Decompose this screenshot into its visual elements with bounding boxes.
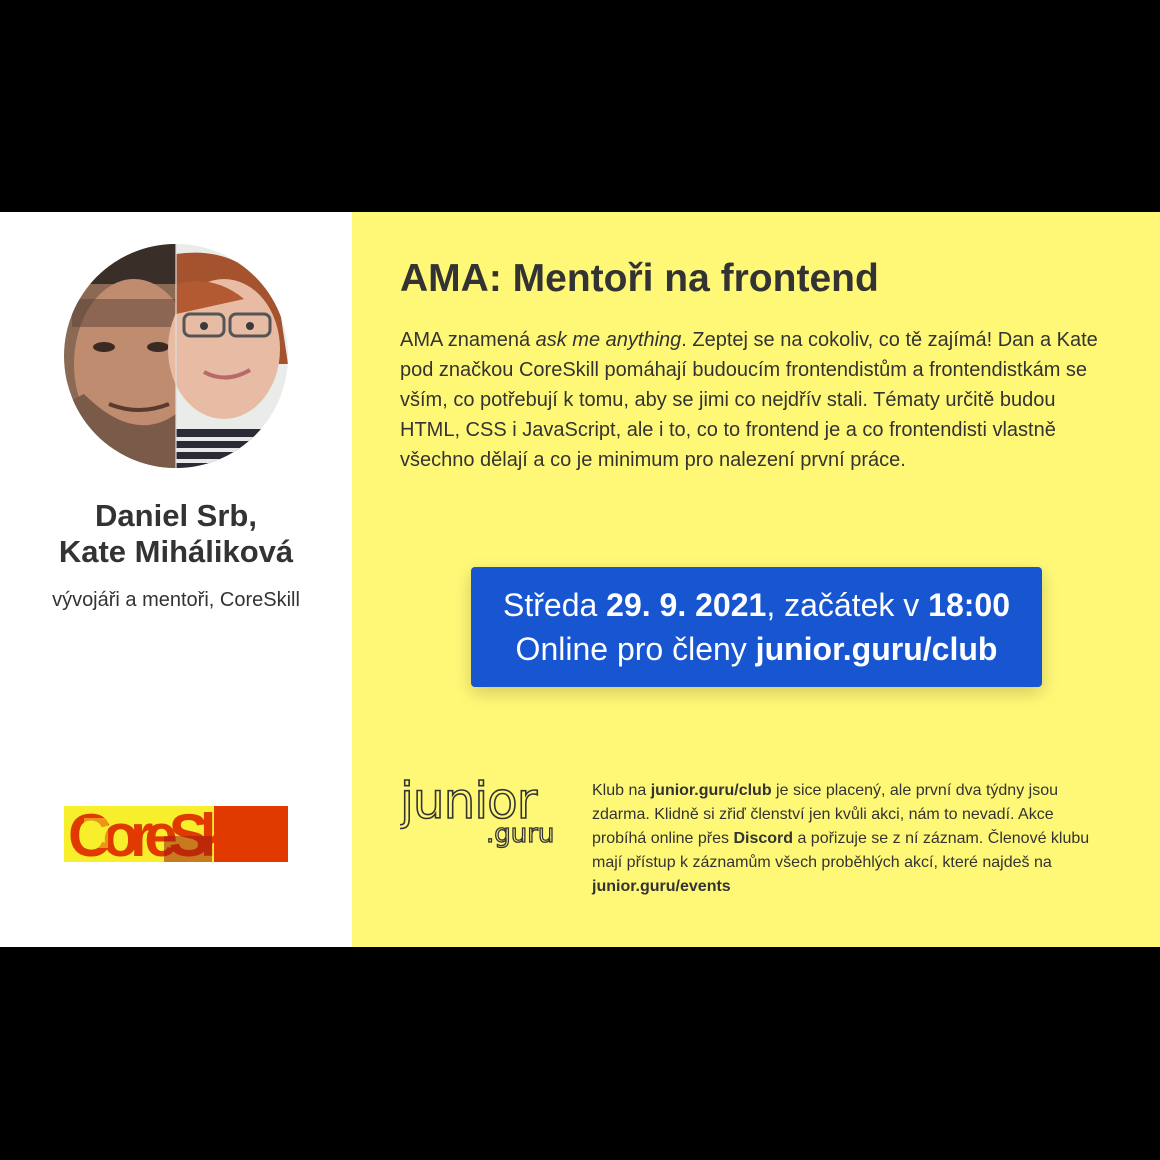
desc-text-1: AMA znamená	[400, 329, 536, 351]
event-date: 29. 9. 2021	[606, 587, 767, 623]
event-day: Středa	[503, 587, 607, 623]
event-start-label: , začátek v	[766, 587, 929, 623]
speaker-name-2: Kate Miháliková	[58, 534, 294, 569]
club-link: junior.guru/club	[650, 782, 772, 799]
coreskill-logo: CoreSkill	[64, 802, 288, 869]
club-text-1: Klub na	[592, 782, 651, 799]
speaker-panel: Daniel Srb, Kate Miháliková vývojáři a m…	[0, 212, 352, 947]
event-time: 18:00	[928, 587, 1010, 623]
speaker-roles: vývojáři a mentoři, CoreSkill	[52, 589, 300, 611]
event-location-line: Online pro členy junior.guru/club	[471, 630, 1042, 668]
event-date-line: Středa 29. 9. 2021, začátek v 18:00	[471, 586, 1042, 624]
event-description: AMA znamená ask me anything. Zeptej se n…	[400, 325, 1112, 475]
speaker-names: Daniel Srb, Kate Miháliková	[0, 498, 352, 570]
juniorguru-logo-sub: .guru	[486, 819, 554, 849]
event-panel: AMA: Mentoři na frontend AMA znamená ask…	[352, 212, 1160, 947]
club-discord: Discord	[733, 830, 794, 847]
club-info: Klub na junior.guru/club je sice placený…	[592, 779, 1102, 899]
juniorguru-logo: junior .guru	[398, 771, 562, 850]
desc-emphasis: ask me anything	[535, 329, 682, 351]
event-club-url: junior.guru/club	[755, 631, 998, 667]
speaker-name-1: Daniel Srb,	[95, 498, 257, 533]
speaker-photo	[64, 244, 288, 468]
club-events-link: junior.guru/events	[592, 878, 731, 895]
event-datetime-box: Středa 29. 9. 2021, začátek v 18:00 Onli…	[471, 567, 1042, 687]
event-title: AMA: Mentoři na frontend	[400, 257, 879, 300]
event-card: Daniel Srb, Kate Miháliková vývojáři a m…	[0, 212, 1160, 947]
event-online-label: Online pro členy	[515, 631, 756, 667]
